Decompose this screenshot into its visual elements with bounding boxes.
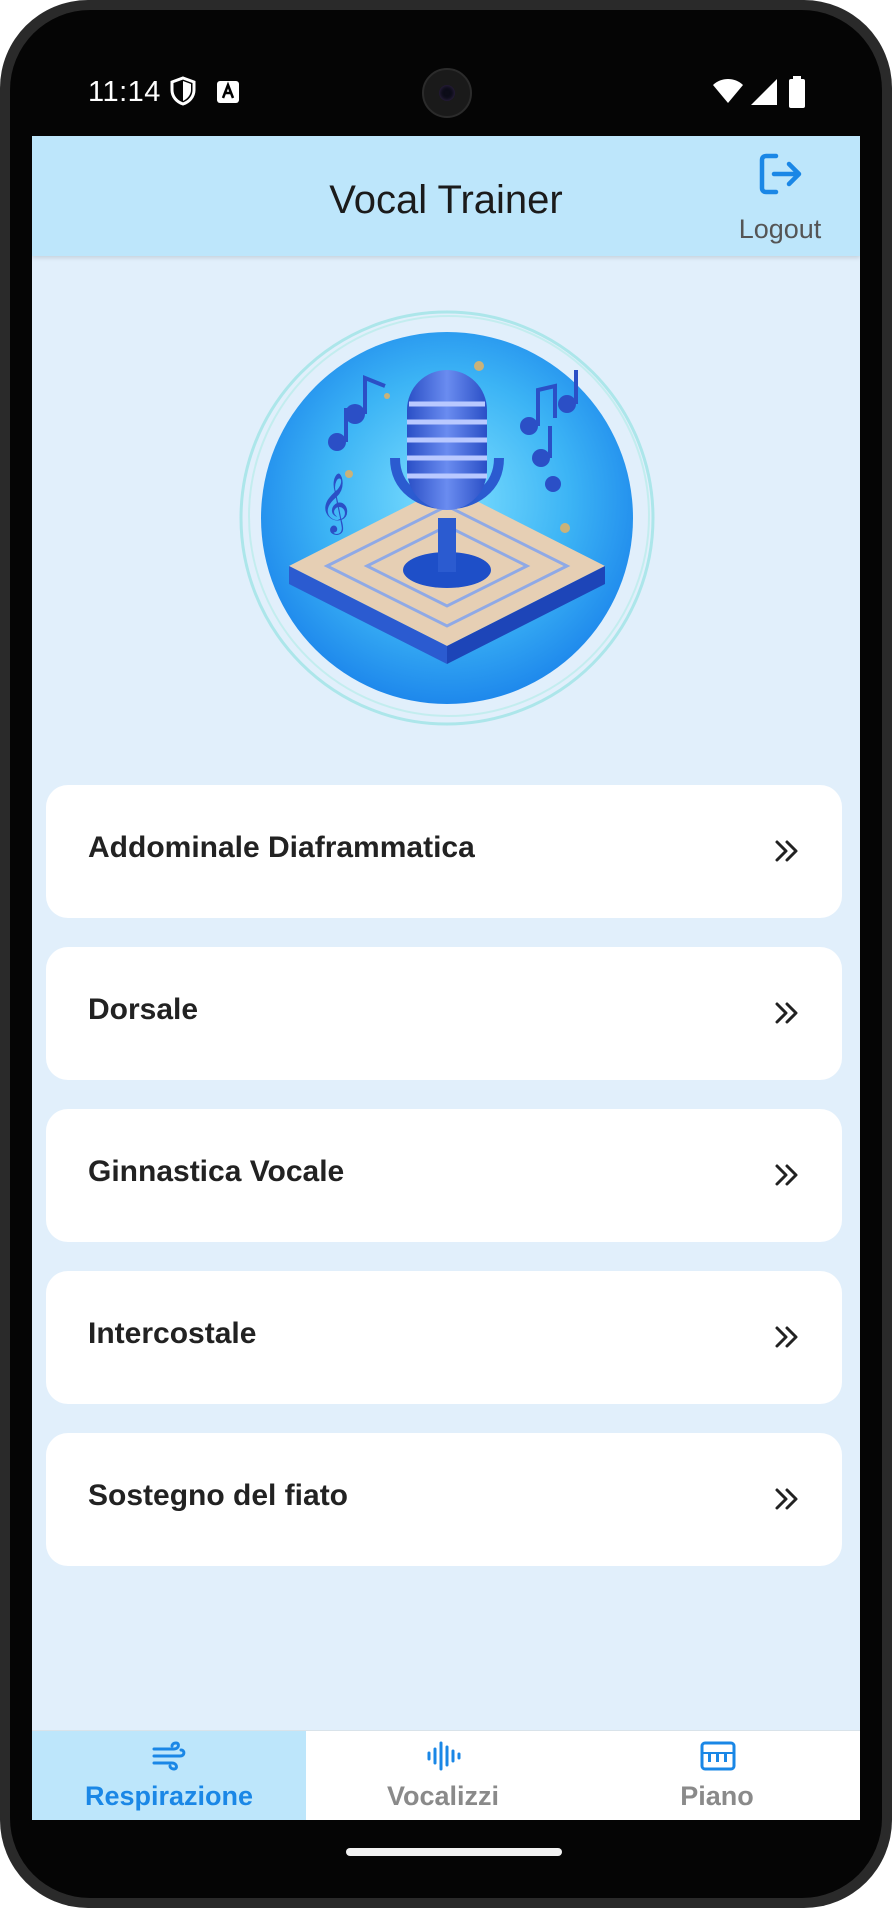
double-chevron-right-icon <box>775 1326 798 1348</box>
status-bar: 11:14 <box>10 10 882 136</box>
wind-icon <box>152 1741 186 1771</box>
font-a-icon <box>217 81 239 103</box>
wifi-icon <box>713 79 743 103</box>
phone-bezel: 11:14 Vocal Trainer Logout 𝄞 Addominale … <box>10 10 882 1898</box>
double-chevron-right-icon <box>775 1002 798 1024</box>
front-camera <box>422 68 472 118</box>
app-header: Vocal Trainer Logout <box>32 136 860 256</box>
menu-item-label: Dorsale <box>88 993 199 1026</box>
home-indicator[interactable] <box>346 1848 562 1856</box>
tab-label: Piano <box>680 1781 754 1811</box>
status-time: 11:14 <box>88 76 161 108</box>
logout-button[interactable]: Logout <box>720 152 840 248</box>
menu-item-intercostale[interactable]: Intercostale <box>46 1271 842 1404</box>
tab-label: Respirazione <box>84 1781 254 1811</box>
menu-item-sostegno-del-fiato[interactable]: Sostegno del fiato <box>46 1433 842 1566</box>
piano-keys-icon <box>700 1741 736 1771</box>
battery-icon <box>789 76 805 108</box>
bottom-navigation: Respirazione Vocalizzi Piano <box>32 1730 860 1820</box>
logout-icon <box>759 153 802 195</box>
tab-piano[interactable]: Piano <box>580 1731 854 1820</box>
double-chevron-right-icon <box>775 840 798 862</box>
menu-item-label: Ginnastica Vocale <box>88 1155 345 1188</box>
menu-item-dorsale[interactable]: Dorsale <box>46 947 842 1080</box>
sound-wave-icon <box>427 1741 461 1771</box>
cell-signal-icon <box>751 79 777 105</box>
svg-text:𝄞: 𝄞 <box>319 473 350 535</box>
shield-icon <box>170 76 196 106</box>
tab-vocalizzi[interactable]: Vocalizzi <box>306 1731 580 1820</box>
tab-label: Vocalizzi <box>386 1781 500 1811</box>
microphone-logo: 𝄞 <box>239 310 655 726</box>
tab-respirazione[interactable]: Respirazione <box>32 1731 306 1820</box>
logout-label: Logout <box>738 214 822 244</box>
double-chevron-right-icon <box>775 1488 798 1510</box>
phone-frame: 11:14 Vocal Trainer Logout 𝄞 Addominale … <box>0 0 892 1908</box>
menu-item-label: Addominale Diaframmatica <box>88 831 475 864</box>
menu-item-label: Sostegno del fiato <box>88 1479 349 1512</box>
menu-item-label: Intercostale <box>88 1317 257 1350</box>
double-chevron-right-icon <box>775 1164 798 1186</box>
menu-item-addominale-diaframmatica[interactable]: Addominale Diaframmatica <box>46 785 842 918</box>
menu-item-ginnastica-vocale[interactable]: Ginnastica Vocale <box>46 1109 842 1242</box>
app-screen: Vocal Trainer Logout 𝄞 Addominale Diafra… <box>32 136 860 1820</box>
